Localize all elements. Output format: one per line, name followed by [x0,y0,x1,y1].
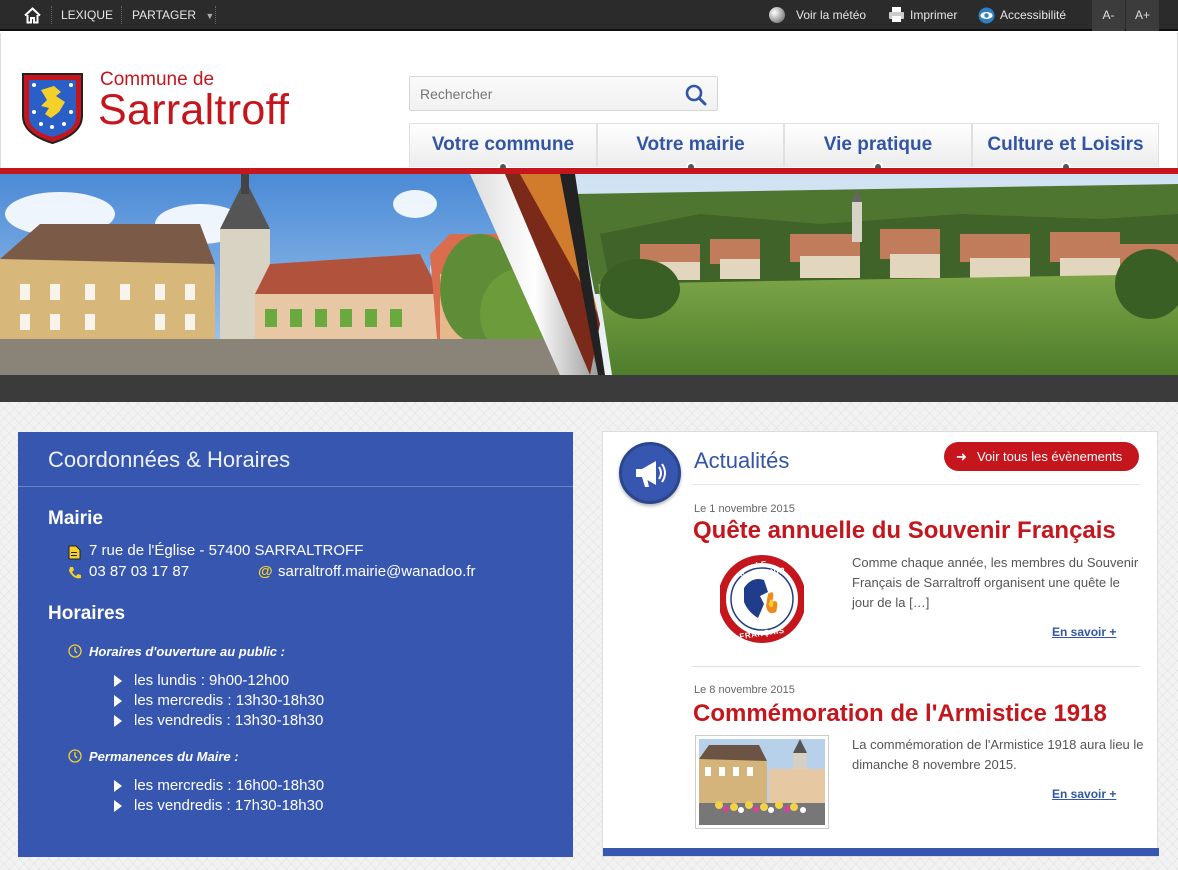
divider [18,486,573,487]
home-icon[interactable] [24,7,41,24]
phone-text[interactable]: 03 87 03 17 87 [89,563,189,580]
all-events-label: Voir tous les évènements [977,449,1123,464]
address-text: 7 rue de l'Église - 57400 SARRALTROFF [89,542,364,559]
nav-label: Votre mairie [636,134,745,155]
brand-title[interactable]: Sarraltroff [98,86,289,135]
divider [693,666,1139,667]
bullet-arrow-icon [114,675,122,687]
all-events-button[interactable]: ➜ Voir tous les évènements [944,442,1139,471]
nav-votre-mairie[interactable]: Votre mairie [597,123,784,172]
email-icon: @ [258,563,273,580]
bullet-arrow-icon [114,780,122,792]
clock-icon [68,644,82,658]
actualites-panel: Actualités ➜ Voir tous les évènements Le… [602,431,1159,857]
maire-hours-item: les vendredis : 17h30-18h30 [134,797,324,814]
megaphone-icon [619,442,681,504]
site-header: Commune de Sarraltroff Votre commune Vot… [0,33,1178,172]
font-increase-button[interactable]: A+ [1126,0,1159,31]
caret-down-icon: ▼ [205,11,215,21]
armistice-thumbnail[interactable] [695,735,829,829]
eye-icon [978,7,995,24]
accessibilite-link[interactable]: Accessibilité [1000,0,1066,31]
news-date: Le 1 novembre 2015 [694,503,795,515]
partager-label: PARTAGER [132,8,197,22]
search-icon[interactable] [685,84,707,106]
public-hours-item: les mercredis : 13h30-18h30 [134,692,325,709]
coordonnees-panel: Coordonnées & Horaires Mairie 7 rue de l… [18,432,573,857]
panel-bottom-bar [603,848,1159,856]
mairie-heading: Mairie [48,508,103,529]
souvenir-francais-logo[interactable]: LE SOUVENIR FRANÇAIS [718,554,806,644]
bullet-arrow-icon [114,715,122,727]
search-box [409,76,718,111]
email-link[interactable]: sarraltroff.mairie@wanadoo.fr [278,563,476,580]
top-bar: LEXIQUE PARTAGER ▼ Voir la météo Imprime… [0,0,1178,31]
public-hours-heading: Horaires d'ouverture au public : [89,644,285,659]
bullet-arrow-icon [114,695,122,707]
news-excerpt: La commémoration de l'Armistice 1918 aur… [852,737,1144,772]
nav-vie-pratique[interactable]: Vie pratique [784,123,972,172]
nav-label: Culture et Loisirs [987,134,1144,155]
address-icon [68,545,81,560]
read-more-link[interactable]: En savoir + [1052,787,1116,801]
meteo-link[interactable]: Voir la météo [796,0,866,31]
nav-votre-commune[interactable]: Votre commune [409,123,597,172]
partager-menu[interactable]: PARTAGER ▼ [132,0,214,31]
read-more-link[interactable]: En savoir + [1052,625,1116,639]
news-title[interactable]: Commémoration de l'Armistice 1918 [693,700,1107,728]
bullet-arrow-icon [114,800,122,812]
news-date: Le 8 novembre 2015 [694,684,795,696]
nav-culture-loisirs[interactable]: Culture et Loisirs [972,123,1159,172]
nav-label: Votre commune [431,134,575,155]
maire-hours-item: les mercredis : 16h00-18h30 [134,777,325,794]
news-excerpt: Comme chaque année, les membres du Souve… [852,555,1139,610]
news-title[interactable]: Quête annuelle du Souvenir Français [693,517,1116,545]
panel-title: Coordonnées & Horaires [48,447,291,472]
phone-icon [68,566,82,580]
font-decrease-button[interactable]: A- [1092,0,1125,31]
nav-label: Vie pratique [823,134,933,155]
public-hours-item: les vendredis : 13h30-18h30 [134,712,324,729]
lexique-link[interactable]: LEXIQUE [61,0,113,31]
banner-image [0,174,1178,402]
public-hours-item: les lundis : 9h00-12h00 [134,672,290,689]
horaires-heading: Horaires [48,603,126,624]
coat-of-arms-logo[interactable] [21,72,84,145]
imprimer-link[interactable]: Imprimer [910,0,957,31]
arrow-right-icon: ➜ [956,449,967,464]
actualites-title: Actualités [694,448,790,473]
banner-strip [0,375,1178,402]
printer-icon [888,6,905,23]
maire-hours-heading: Permanences du Maire : [89,749,239,764]
search-input[interactable] [420,77,680,110]
weather-icon [769,7,785,23]
divider [693,484,1139,485]
clock-icon [68,749,82,763]
